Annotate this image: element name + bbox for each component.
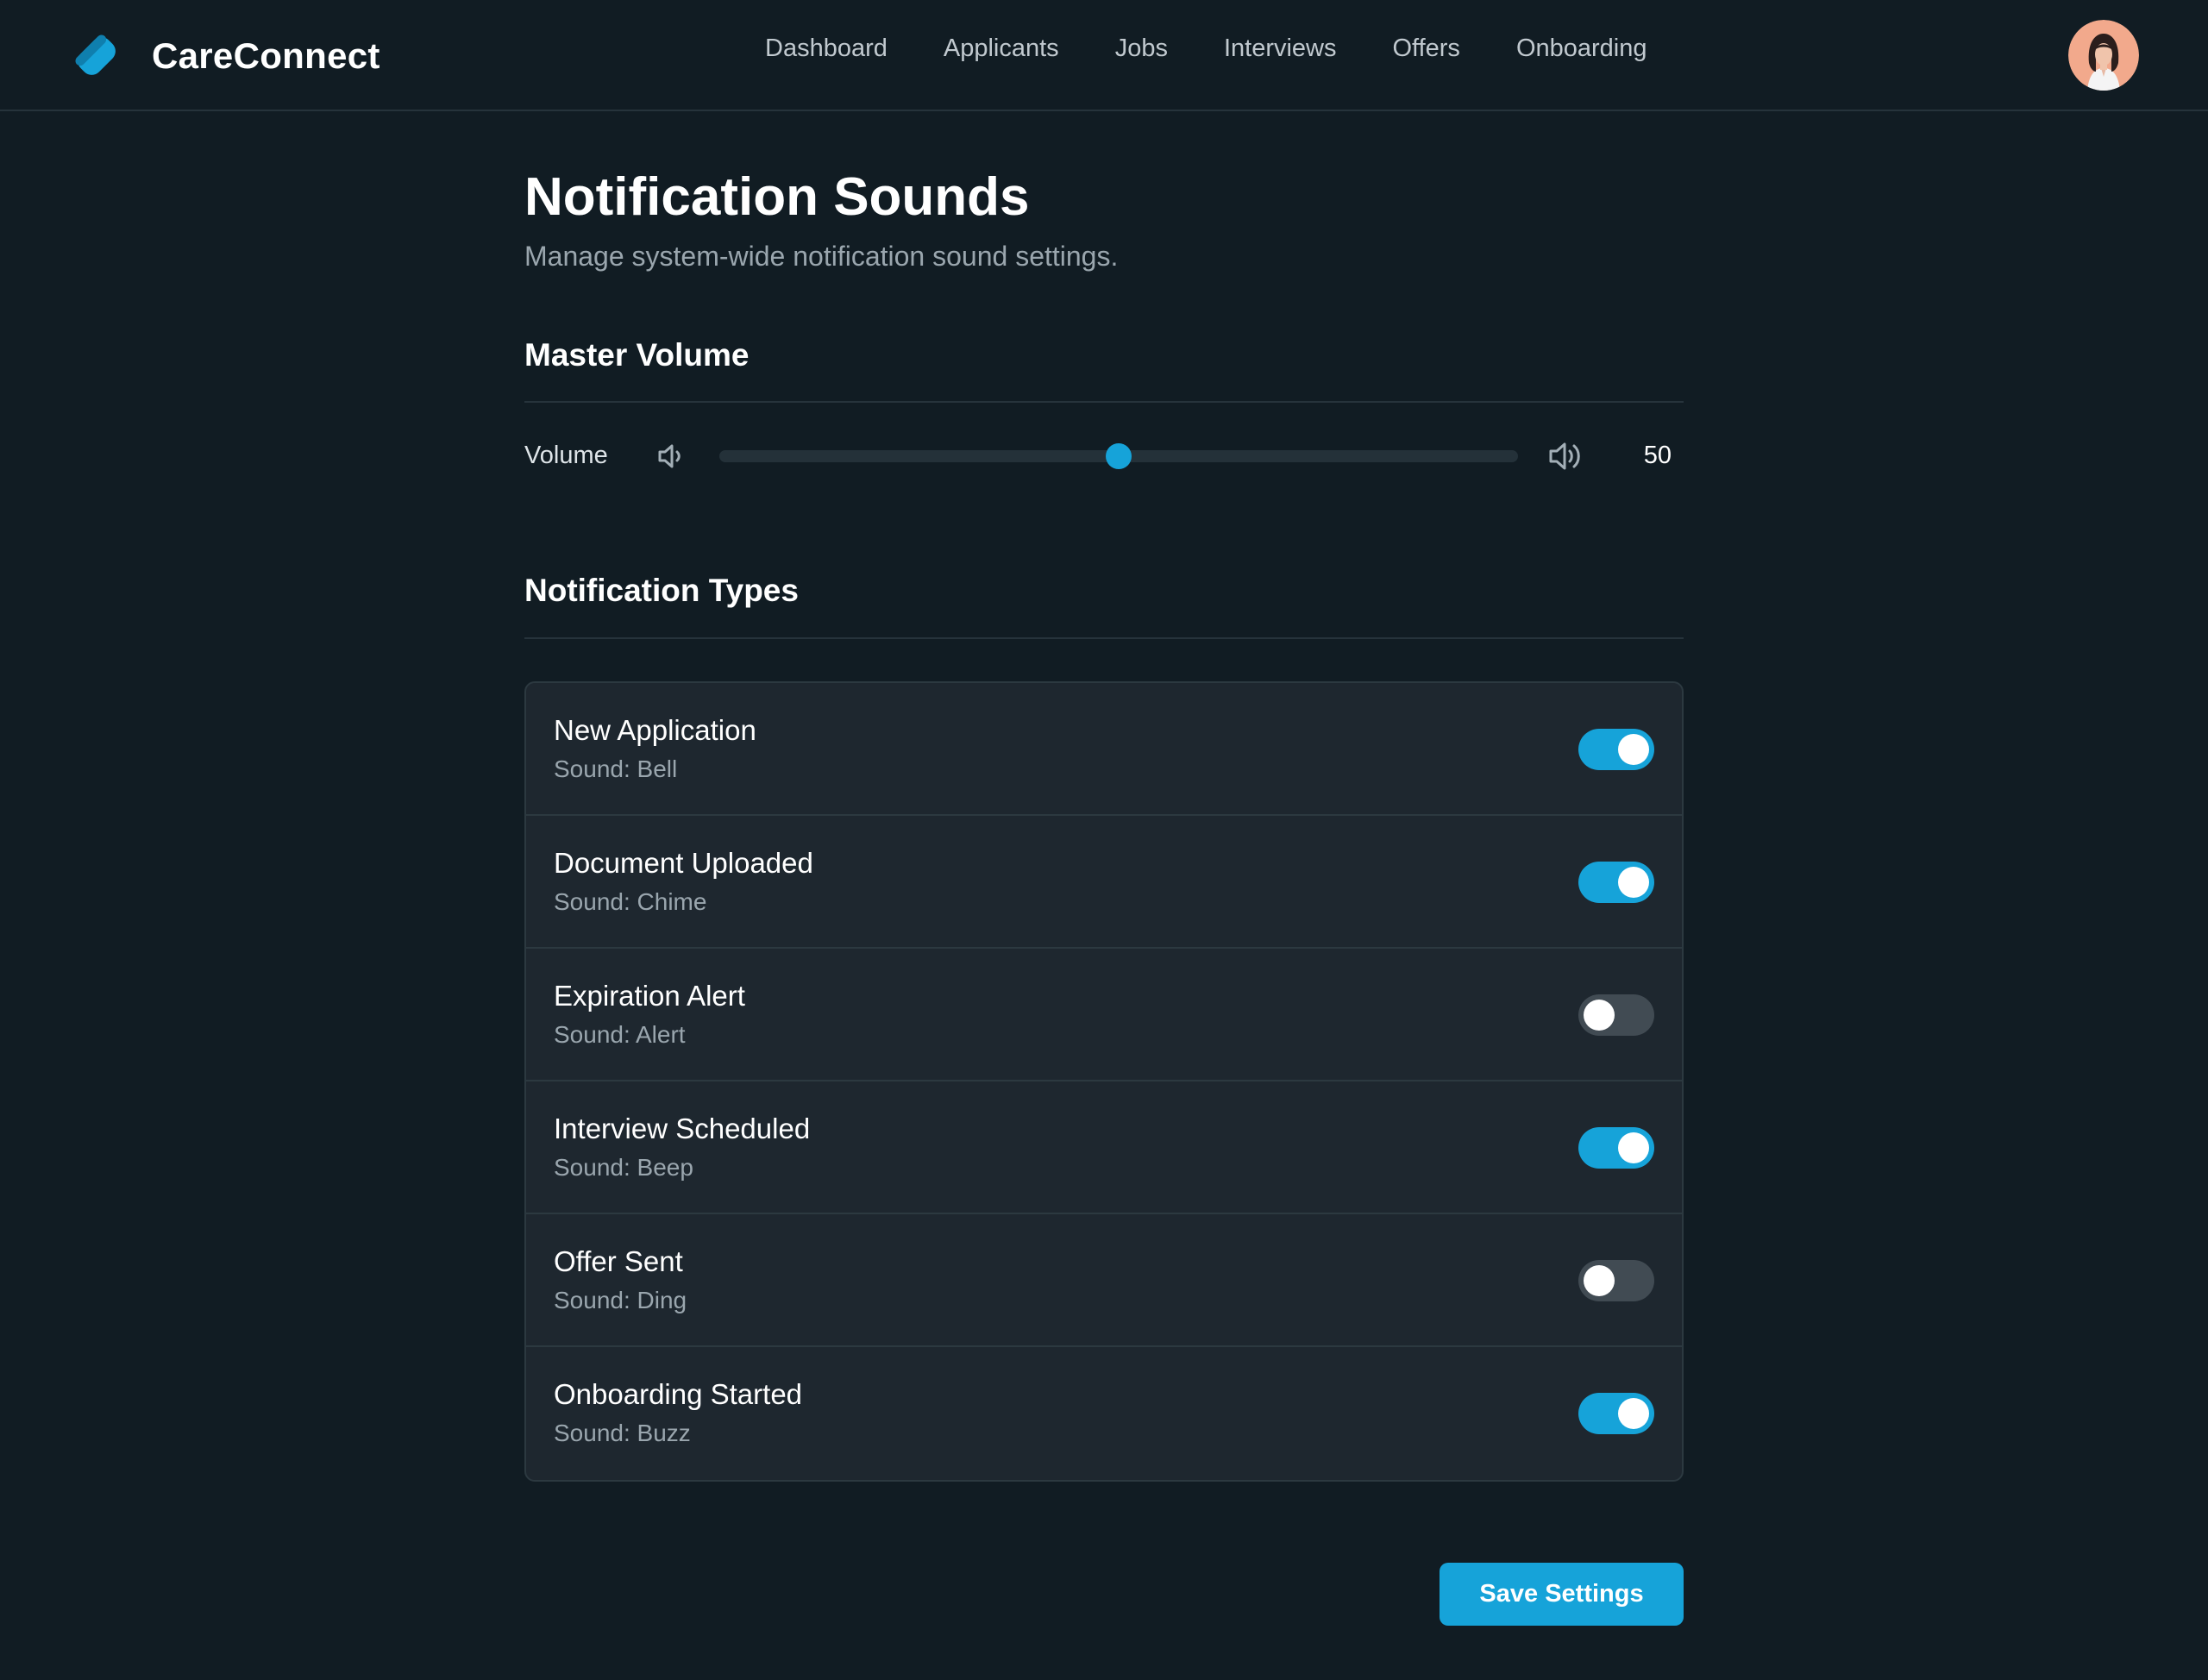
toggle-knob bbox=[1618, 1398, 1649, 1429]
notification-toggle[interactable] bbox=[1578, 862, 1654, 903]
nav-item-jobs[interactable]: Jobs bbox=[1115, 34, 1168, 63]
nav-item-dashboard[interactable]: Dashboard bbox=[765, 34, 888, 63]
notification-type-row: New Application Sound: Bell bbox=[526, 683, 1682, 816]
volume-low-icon[interactable] bbox=[656, 441, 687, 472]
notification-type-name: Expiration Alert bbox=[554, 980, 745, 1012]
volume-value: 50 bbox=[1643, 442, 1672, 469]
volume-label: Volume bbox=[524, 442, 608, 469]
volume-high-icon[interactable] bbox=[1547, 439, 1584, 473]
page-subtitle: Manage system-wide notification sound se… bbox=[524, 241, 1119, 272]
notification-type-sound: Sound: Alert bbox=[554, 1021, 686, 1048]
volume-control: Volume 50 bbox=[524, 430, 1684, 482]
volume-slider-thumb[interactable] bbox=[1106, 443, 1132, 469]
toggle-knob bbox=[1584, 1265, 1615, 1296]
main-nav: Dashboard Applicants Jobs Interviews Off… bbox=[765, 34, 1647, 63]
top-bar: CareConnect Dashboard Applicants Jobs In… bbox=[0, 0, 2208, 111]
notification-type-sound: Sound: Buzz bbox=[554, 1420, 691, 1446]
tag-icon bbox=[75, 34, 116, 75]
master-volume-divider bbox=[524, 401, 1684, 403]
notification-type-name: Interview Scheduled bbox=[554, 1113, 811, 1144]
notification-toggle[interactable] bbox=[1578, 994, 1654, 1036]
notification-type-name: Offer Sent bbox=[554, 1245, 683, 1277]
avatar-image bbox=[2068, 20, 2139, 91]
page-title: Notification Sounds bbox=[524, 167, 1030, 227]
notification-type-sound: Sound: Beep bbox=[554, 1154, 693, 1181]
toggle-knob bbox=[1584, 1000, 1615, 1031]
notification-type-row: Interview Scheduled Sound: Beep bbox=[526, 1081, 1682, 1214]
nav-item-onboarding[interactable]: Onboarding bbox=[1516, 34, 1647, 63]
notification-type-row: Onboarding Started Sound: Buzz bbox=[526, 1347, 1682, 1480]
notification-types-divider bbox=[524, 637, 1684, 639]
notification-toggle[interactable] bbox=[1578, 1260, 1654, 1301]
notification-type-sound: Sound: Chime bbox=[554, 888, 707, 915]
notification-type-row: Document Uploaded Sound: Chime bbox=[526, 816, 1682, 949]
notification-type-name: Document Uploaded bbox=[554, 847, 813, 879]
app-name: CareConnect bbox=[152, 35, 380, 76]
notification-type-sound: Sound: Ding bbox=[554, 1287, 687, 1313]
notification-type-row: Offer Sent Sound: Ding bbox=[526, 1214, 1682, 1347]
notification-type-sound: Sound: Bell bbox=[554, 755, 678, 782]
save-settings-button[interactable]: Save Settings bbox=[1440, 1563, 1684, 1626]
notification-toggle[interactable] bbox=[1578, 1393, 1654, 1434]
notification-types-heading: Notification Types bbox=[524, 573, 799, 608]
nav-item-offers[interactable]: Offers bbox=[1393, 34, 1460, 63]
notification-types-list: New Application Sound: Bell Document Upl… bbox=[524, 681, 1684, 1482]
notification-toggle[interactable] bbox=[1578, 1127, 1654, 1169]
nav-item-applicants[interactable]: Applicants bbox=[944, 34, 1059, 63]
toggle-knob bbox=[1618, 1132, 1649, 1163]
brand[interactable]: CareConnect bbox=[69, 26, 380, 86]
notification-type-row: Expiration Alert Sound: Alert bbox=[526, 949, 1682, 1081]
notification-type-name: New Application bbox=[554, 714, 756, 746]
notification-toggle[interactable] bbox=[1578, 729, 1654, 770]
notification-type-name: Onboarding Started bbox=[554, 1378, 803, 1410]
nav-item-interviews[interactable]: Interviews bbox=[1224, 34, 1337, 63]
master-volume-heading: Master Volume bbox=[524, 337, 750, 373]
user-avatar[interactable] bbox=[2068, 20, 2139, 91]
toggle-knob bbox=[1618, 734, 1649, 765]
toggle-knob bbox=[1618, 867, 1649, 898]
volume-slider[interactable] bbox=[719, 443, 1518, 469]
